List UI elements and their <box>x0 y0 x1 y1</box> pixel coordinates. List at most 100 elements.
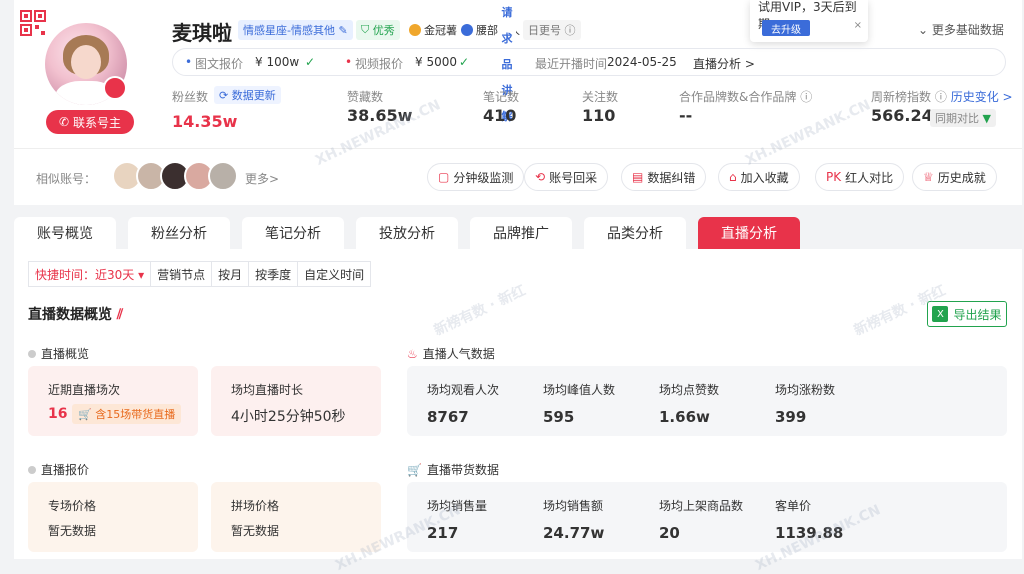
data-update-label: 数据更新 <box>231 89 276 102</box>
tab-category-analysis[interactable]: 品类分析 <box>584 217 686 249</box>
avg-products-value: 20 <box>659 524 680 542</box>
excel-icon: X <box>932 306 949 322</box>
avg-sales-volume-value: 217 <box>427 524 459 542</box>
avg-likes-value: 1.66w <box>659 408 710 426</box>
down-arrow-icon: ▼ <box>982 111 991 125</box>
popularity-subtitle: ♨ 直播人气数据 <box>407 345 495 362</box>
check-icon: ✓ <box>459 55 470 69</box>
similar-avatars[interactable] <box>112 161 238 191</box>
quick-time-select[interactable]: 快捷时间： 近30天 ▾ <box>29 262 152 286</box>
daily-update-tag: 日更号 ⓘ <box>523 20 581 40</box>
account-badge-icon <box>103 76 127 100</box>
live-analysis-link[interactable]: 直播分析 > <box>693 55 755 72</box>
contact-owner-label: 联系号主 <box>73 115 122 130</box>
vip-popup: 试用VIP，3天后到期 去升级 × <box>750 0 868 42</box>
sales-subtitle: 🛒 直播带货数据 <box>407 461 499 478</box>
peak-viewers-label: 场均峰值人数 <box>543 383 616 397</box>
video-price-value: ¥ 5000 <box>415 55 457 69</box>
account-recollect-label: 账号回采 <box>549 170 598 185</box>
tab-fans-analysis[interactable]: 粉丝分析 <box>128 217 230 249</box>
filter-marketing-node[interactable]: 营销节点 <box>151 262 213 286</box>
recent-live-card: 近期直播场次 16 🛒 含15场带货直播 <box>28 366 198 436</box>
phone-icon: ✆ <box>58 115 70 129</box>
brand-label-wrap: 合作品牌数&合作品牌 ⓘ <box>679 88 812 105</box>
fans-value: 14.35w <box>172 112 238 131</box>
edit-icon[interactable]: ✎ <box>335 24 347 37</box>
chevron-down-icon: ⌄ <box>918 23 929 37</box>
cart-icon: 🛒 <box>78 407 92 421</box>
combo-price-card: 拼场价格 暂无数据 <box>211 482 381 552</box>
dot-icon <box>28 465 36 474</box>
live-price-title: 直播报价 <box>41 463 90 477</box>
add-favorite-label: 加入收藏 <box>740 170 789 185</box>
close-icon[interactable]: × <box>854 20 862 31</box>
tab-live-analysis[interactable]: 直播分析 <box>698 217 800 249</box>
influencer-compare-button[interactable]: PK 红人对比 <box>815 163 905 191</box>
combo-price-value: 暂无数据 <box>231 524 280 538</box>
document-icon: ▤ <box>632 170 644 184</box>
unit-price-label: 客单价 <box>775 499 812 513</box>
monitor-icon: ▢ <box>438 170 450 184</box>
filter-by-quarter[interactable]: 按季度 <box>249 262 299 286</box>
popularity-title: 直播人气数据 <box>422 347 495 361</box>
similar-accounts-label: 相似账号： <box>36 172 97 186</box>
shield-icon: ⛉ <box>361 23 370 36</box>
rank-value: 566.24 <box>871 106 933 125</box>
filter-by-month[interactable]: 按月 <box>212 262 250 286</box>
vertical-nav-char: 请 <box>501 6 513 19</box>
data-correction-button[interactable]: ▤ 数据纠错 <box>621 163 707 191</box>
avg-products-label: 场均上架商品数 <box>659 499 744 513</box>
level-icon <box>461 24 473 36</box>
data-correction-label: 数据纠错 <box>647 170 696 185</box>
single-price-value: 暂无数据 <box>48 524 97 538</box>
similar-avatar[interactable] <box>208 161 238 191</box>
recent-live-value: 16 <box>48 406 68 422</box>
divider <box>14 148 1022 149</box>
live-commerce-badge: 🛒 含15场带货直播 <box>72 404 182 424</box>
last-live-label: 最近开播时间 <box>535 57 608 71</box>
similar-more-link[interactable]: 更多> <box>245 170 279 187</box>
recent-live-label: 近期直播场次 <box>48 383 121 397</box>
live-analysis-panel: 快捷时间： 近30天 ▾ 营销节点 按月 按季度 自定义时间 直播数据概览 ⫽ X… <box>14 249 1022 559</box>
category-tag[interactable]: 情感星座-情感其他 ✎ <box>238 20 353 40</box>
account-recollect-button[interactable]: ⟲ 账号回采 <box>524 163 609 191</box>
help-icon[interactable]: ⓘ <box>565 22 576 38</box>
brand-value: -- <box>679 106 693 125</box>
quality-tag-label: 优秀 <box>372 24 395 37</box>
gold-crown-tag: 金冠薯 <box>404 20 462 40</box>
image-price-value: ¥ 100w <box>255 55 300 69</box>
data-update-button[interactable]: ⟳ 数据更新 <box>214 86 281 104</box>
category-tag-label: 情感星座-情感其他 <box>243 24 335 37</box>
history-achievement-button[interactable]: ♕ 历史成就 <box>912 163 997 191</box>
sales-title: 直播带货数据 <box>426 463 499 477</box>
time-filter: 快捷时间： 近30天 ▾ 营销节点 按月 按季度 自定义时间 <box>28 261 372 287</box>
single-price-card: 专场价格 暂无数据 <box>28 482 198 552</box>
more-basic-data-link[interactable]: ⌄ 更多基础数据 <box>918 21 1004 38</box>
fans-label: 粉丝数 <box>172 90 209 104</box>
follow-label: 关注数 <box>582 90 619 104</box>
minute-monitor-button[interactable]: ▢ 分钟级监测 <box>427 163 525 191</box>
period-compare-badge: 同期对比 ▼ <box>930 109 996 127</box>
stripe-icon: ⫽ <box>116 307 124 323</box>
quick-time-label: 快捷时间： <box>35 267 96 282</box>
daily-update-label: 日更号 <box>528 24 561 37</box>
tab-account-overview[interactable]: 账号概览 <box>14 217 116 249</box>
avg-viewers-label: 场均观看人次 <box>427 383 500 397</box>
tab-placement-analysis[interactable]: 投放分析 <box>356 217 458 249</box>
sales-card: 场均销售量 217 场均销售额 24.77w 场均上架商品数 20 客单价 11… <box>407 482 1007 552</box>
help-icon[interactable]: ⓘ <box>935 90 947 104</box>
filter-custom-time[interactable]: 自定义时间 <box>298 262 370 286</box>
tab-notes-analysis[interactable]: 笔记分析 <box>242 217 344 249</box>
help-icon[interactable]: ⓘ <box>800 90 812 104</box>
tab-brand-promotion[interactable]: 品牌推广 <box>470 217 572 249</box>
qrcode-icon[interactable] <box>20 10 46 36</box>
check-icon: ✓ <box>305 55 316 69</box>
account-name: 麦琪啦 <box>172 21 232 45</box>
upgrade-button[interactable]: 去升级 <box>762 20 810 36</box>
export-button[interactable]: X 导出结果 <box>927 301 1007 327</box>
add-favorite-button[interactable]: ⌂ 加入收藏 <box>718 163 800 191</box>
history-change-link[interactable]: 历史变化 > <box>951 90 1013 104</box>
unit-price-value: 1139.88 <box>775 524 844 542</box>
history-achievement-label: 历史成就 <box>937 170 986 185</box>
contact-owner-button[interactable]: ✆ 联系号主 <box>46 110 134 134</box>
